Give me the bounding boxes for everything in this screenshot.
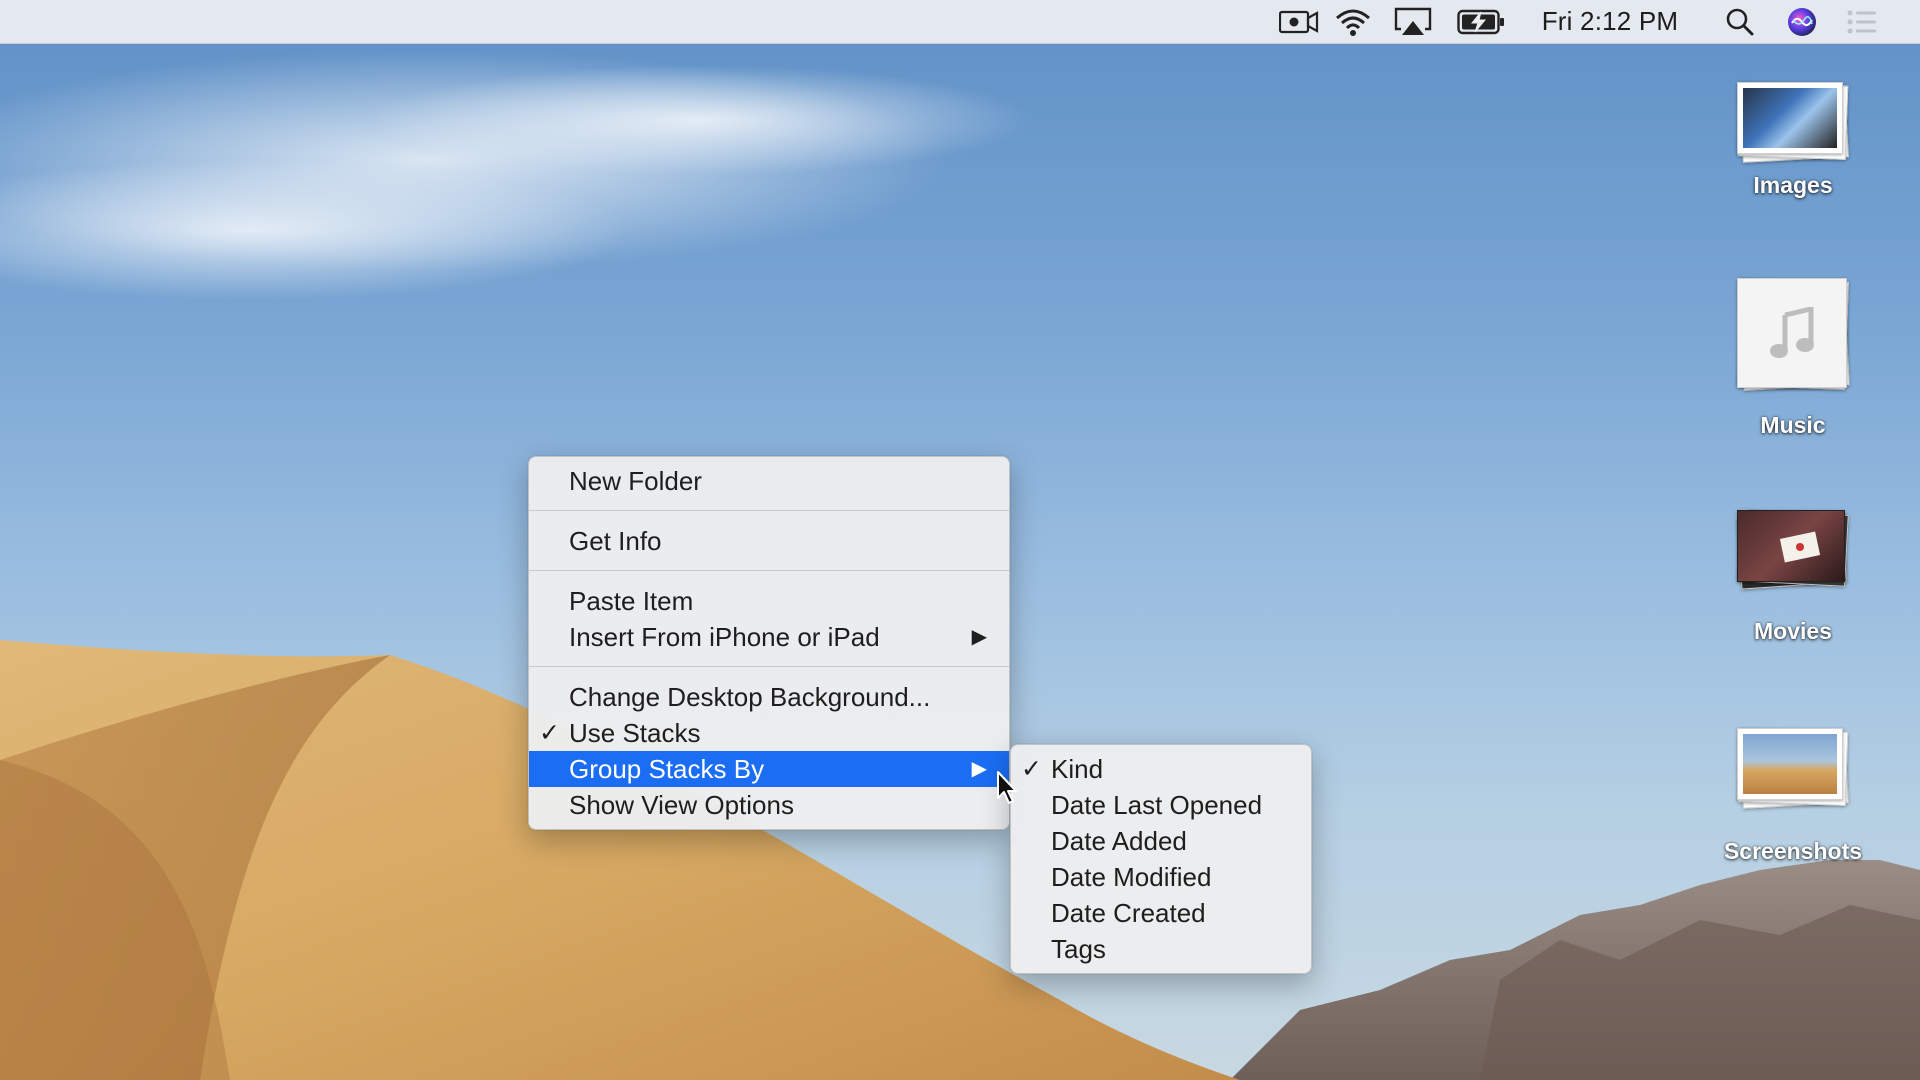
submenu-item-date-modified[interactable]: Date Modified [1011,859,1311,895]
menu-item-label: Kind [1051,754,1104,784]
menu-item-label: Insert From iPhone or iPad [569,622,880,652]
music-stack-icon [1737,278,1850,391]
stack-movies[interactable]: Movies [1708,509,1878,645]
menu-bar: Fri 2:12 PM [0,0,1920,44]
desktop-context-menu: New Folder Get Info Paste Item Insert Fr… [528,456,1010,830]
stack-label: Movies [1754,618,1832,644]
stack-music[interactable]: Music [1708,278,1878,439]
menu-separator [529,510,1009,511]
menu-item-change-desktop-background[interactable]: Change Desktop Background... [529,679,1009,715]
desktop[interactable]: Fri 2:12 PM Images Music Movies Screensh… [0,0,1920,1080]
stack-label: Music [1760,412,1826,438]
airplay-icon[interactable] [1392,0,1434,43]
menu-item-insert-from-iphone[interactable]: Insert From iPhone or iPad ▶ [529,619,1009,655]
music-note-icon [1770,307,1814,358]
checkmark-icon: ✓ [539,719,560,747]
spotlight-search-icon[interactable] [1720,0,1760,43]
mouse-cursor-icon [997,771,1017,804]
siri-icon[interactable] [1782,0,1822,43]
menu-item-label: Change Desktop Background... [569,682,931,712]
menu-item-new-folder[interactable]: New Folder [529,463,1009,499]
menu-item-label: New Folder [569,466,702,496]
menu-item-label: Use Stacks [569,718,701,748]
menu-item-use-stacks[interactable]: ✓ Use Stacks [529,715,1009,751]
menu-item-get-info[interactable]: Get Info [529,523,1009,559]
notification-center-icon[interactable] [1842,0,1882,43]
stack-images[interactable]: Images [1708,82,1878,199]
submenu-item-date-last-opened[interactable]: Date Last Opened [1011,787,1311,823]
images-stack-icon [1737,82,1849,163]
menu-item-label: Get Info [569,526,662,556]
battery-charging-icon[interactable] [1456,0,1506,43]
group-stacks-by-submenu: ✓ Kind Date Last Opened Date Added Date M… [1010,744,1312,974]
checkmark-icon: ✓ [1021,755,1042,783]
menu-item-label: Show View Options [569,790,794,820]
movies-stack-icon [1736,509,1849,590]
submenu-item-kind[interactable]: ✓ Kind [1011,751,1311,787]
menu-separator [529,666,1009,667]
menu-item-label: Date Created [1051,898,1206,928]
menu-item-label: Date Modified [1051,862,1212,892]
wifi-icon[interactable] [1332,0,1374,43]
screen-recording-icon[interactable] [1278,0,1320,43]
menu-item-paste-item[interactable]: Paste Item [529,583,1009,619]
menu-item-label: Date Added [1051,826,1187,856]
submenu-item-tags[interactable]: Tags [1011,931,1311,967]
menu-item-label: Group Stacks By [569,754,765,784]
menu-item-show-view-options[interactable]: Show View Options [529,787,1009,823]
submenu-item-date-added[interactable]: Date Added [1011,823,1311,859]
submenu-arrow-icon: ▶ [971,758,987,780]
menu-bar-clock[interactable]: Fri 2:12 PM [1530,0,1690,43]
menu-item-label: Tags [1051,934,1106,964]
menu-separator [529,570,1009,571]
menu-item-label: Date Last Opened [1051,790,1263,820]
submenu-arrow-icon: ▶ [971,626,987,648]
stack-label: Images [1753,172,1833,198]
menu-item-group-stacks-by[interactable]: Group Stacks By ▶ [529,751,1009,787]
submenu-item-date-created[interactable]: Date Created [1011,895,1311,931]
menu-item-label: Paste Item [569,586,694,616]
stack-label: Screenshots [1723,838,1863,864]
screenshots-stack-icon [1737,728,1849,809]
clock-text: Fri 2:12 PM [1541,6,1679,36]
stack-screenshots[interactable]: Screenshots [1708,728,1878,865]
